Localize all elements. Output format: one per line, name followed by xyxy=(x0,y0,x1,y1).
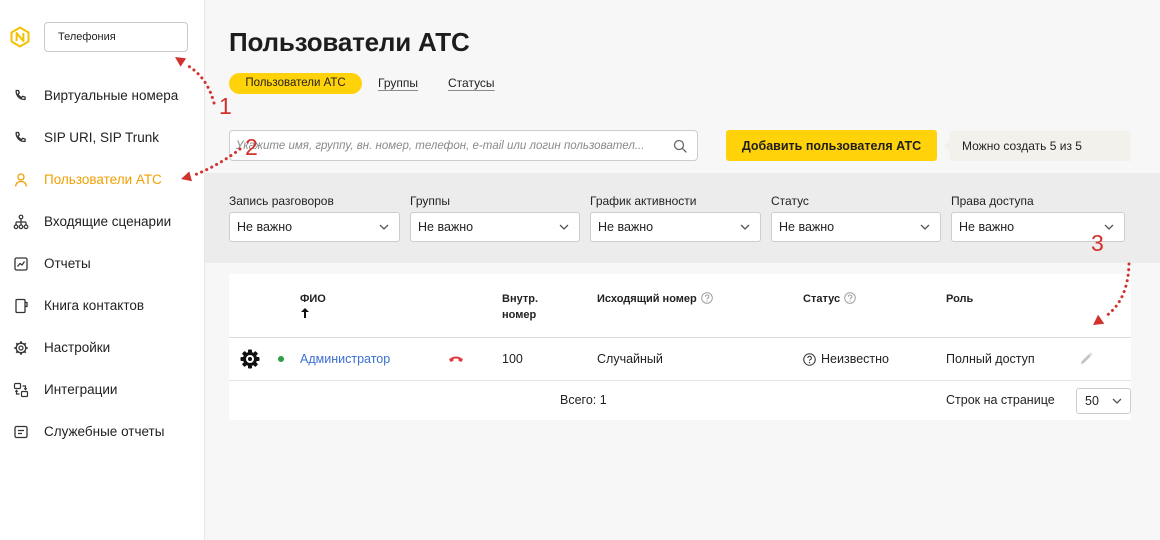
filter-select[interactable]: Не важно xyxy=(951,212,1125,242)
column-header-outgoing: Исходящий номер xyxy=(597,291,713,307)
sidebar-item-label: Интеграции xyxy=(44,382,118,397)
integrations-icon xyxy=(13,382,29,398)
phone-forward-icon xyxy=(13,130,29,146)
user-name-link[interactable]: Администратор xyxy=(300,338,390,380)
chevron-down-icon xyxy=(740,224,750,230)
column-header-role: Роль xyxy=(946,293,974,305)
search-icon[interactable] xyxy=(673,139,687,153)
extension-number: 100 xyxy=(502,352,523,366)
column-header-status: Статус xyxy=(803,291,856,307)
sidebar: Телефония Виртуальные номера SIP URI, SI… xyxy=(0,0,205,540)
sidebar-item-integrations[interactable]: Интеграции xyxy=(0,369,204,411)
sidebar-nav: Виртуальные номера SIP URI, SIP Trunk По… xyxy=(0,75,204,453)
rows-per-page-select[interactable]: 50 xyxy=(1076,388,1131,414)
chevron-down-icon xyxy=(1104,224,1114,230)
settings-icon xyxy=(13,340,29,356)
filter-select[interactable]: Не важно xyxy=(771,212,941,242)
rows-per-page-value: 50 xyxy=(1085,394,1099,408)
filter-status: Статус Не важно xyxy=(771,193,941,242)
user-status: Неизвестно xyxy=(821,352,889,366)
document-icon xyxy=(13,424,29,440)
filter-value: Не важно xyxy=(779,220,835,234)
page-title: Пользователи АТС xyxy=(229,27,470,57)
filter-call-recording: Запись разговоров Не важно xyxy=(229,193,400,242)
add-pbx-user-button[interactable]: Добавить пользователя АТС xyxy=(726,130,937,161)
chevron-down-icon xyxy=(1112,398,1122,404)
sitemap-icon xyxy=(13,214,29,230)
filter-label: Статус xyxy=(771,194,809,208)
sidebar-item-label: Виртуальные номера xyxy=(44,88,179,103)
chevron-down-icon xyxy=(379,224,389,230)
total-count: Всего: 1 xyxy=(560,393,607,407)
table-footer: Всего: 1 Строк на странице 50 xyxy=(229,381,1131,420)
column-header-label: Исходящий номер xyxy=(597,293,697,305)
sidebar-item-label: Книга контактов xyxy=(44,298,145,313)
users-table: ФИО Внутр. номер Исходящий номер Статус … xyxy=(229,274,1131,420)
tab-statuses[interactable]: Статусы xyxy=(448,73,495,94)
sidebar-item-contacts-book[interactable]: Книга контактов xyxy=(0,285,204,327)
chevron-down-icon xyxy=(920,224,930,230)
filter-value: Не важно xyxy=(959,220,1015,234)
sidebar-item-pbx-users[interactable]: Пользователи АТС xyxy=(0,159,204,201)
search-input[interactable] xyxy=(230,131,670,160)
question-circle-icon xyxy=(803,353,816,366)
sidebar-item-label: Служебные отчеты xyxy=(44,424,165,439)
section-select-value: Телефония xyxy=(58,31,116,43)
sidebar-item-label: Настройки xyxy=(44,340,111,355)
sidebar-item-label: Входящие сценарии xyxy=(44,214,172,229)
sidebar-item-label: SIP URI, SIP Trunk xyxy=(44,130,160,145)
filter-label: Права доступа xyxy=(951,194,1034,208)
table-row: Администратор 100 Случайный Неизвестно П… xyxy=(229,338,1131,381)
filters-panel: Запись разговоров Не важно Группы Не важ… xyxy=(205,173,1160,263)
filter-label: Группы xyxy=(410,194,450,208)
book-icon xyxy=(13,298,29,314)
question-circle-icon[interactable] xyxy=(701,292,713,304)
sidebar-item-service-reports[interactable]: Служебные отчеты xyxy=(0,411,204,453)
column-header-extension: Внутр. номер xyxy=(502,293,539,321)
filter-value: Не важно xyxy=(237,220,293,234)
sidebar-item-virtual-numbers[interactable]: Виртуальные номера xyxy=(0,75,204,117)
filter-select[interactable]: Не важно xyxy=(410,212,580,242)
brand-logo-icon[interactable] xyxy=(9,26,31,48)
filter-access-rights: Права доступа Не важно xyxy=(951,193,1125,242)
user-icon xyxy=(13,172,29,188)
filter-groups: Группы Не важно xyxy=(410,193,580,242)
outgoing-number: Случайный xyxy=(597,352,663,366)
filter-value: Не важно xyxy=(418,220,474,234)
sidebar-item-label: Отчеты xyxy=(44,256,91,271)
user-role: Полный доступ xyxy=(946,352,1035,366)
filter-label: Запись разговоров xyxy=(229,194,334,208)
filter-activity-schedule: График активности Не важно xyxy=(590,193,761,242)
column-header-label: Статус xyxy=(803,293,841,305)
table-header: ФИО Внутр. номер Исходящий номер Статус … xyxy=(229,274,1131,338)
filter-label: График активности xyxy=(590,194,697,208)
sidebar-item-label: Пользователи АТС xyxy=(44,172,162,187)
phone-forward-icon xyxy=(13,88,29,104)
rows-per-page-label: Строк на странице xyxy=(946,393,1055,407)
column-header-name[interactable]: ФИО xyxy=(300,291,326,307)
filter-value: Не важно xyxy=(598,220,654,234)
report-icon xyxy=(13,256,29,272)
section-select[interactable]: Телефония xyxy=(44,22,188,52)
tab-pbx-users[interactable]: Пользователи АТС xyxy=(229,73,362,94)
hangup-icon[interactable] xyxy=(448,354,464,364)
arrow-up-icon[interactable] xyxy=(301,308,309,318)
search-box xyxy=(229,130,698,161)
filter-select[interactable]: Не важно xyxy=(229,212,400,242)
question-circle-icon[interactable] xyxy=(844,292,856,304)
online-status-dot xyxy=(278,356,284,362)
sidebar-item-sip[interactable]: SIP URI, SIP Trunk xyxy=(0,117,204,159)
annotation-label-1: 1 xyxy=(219,93,232,119)
tabs: Пользователи АТС Группы Статусы xyxy=(229,73,529,94)
sidebar-item-settings[interactable]: Настройки xyxy=(0,327,204,369)
pencil-icon[interactable] xyxy=(1078,351,1094,367)
tab-groups[interactable]: Группы xyxy=(378,73,418,94)
gear-icon[interactable] xyxy=(240,349,260,369)
filter-select[interactable]: Не важно xyxy=(590,212,761,242)
quota-info: Можно создать 5 из 5 xyxy=(944,131,1131,161)
chevron-down-icon xyxy=(559,224,569,230)
sidebar-item-reports[interactable]: Отчеты xyxy=(0,243,204,285)
sidebar-item-incoming-scenarios[interactable]: Входящие сценарии xyxy=(0,201,204,243)
